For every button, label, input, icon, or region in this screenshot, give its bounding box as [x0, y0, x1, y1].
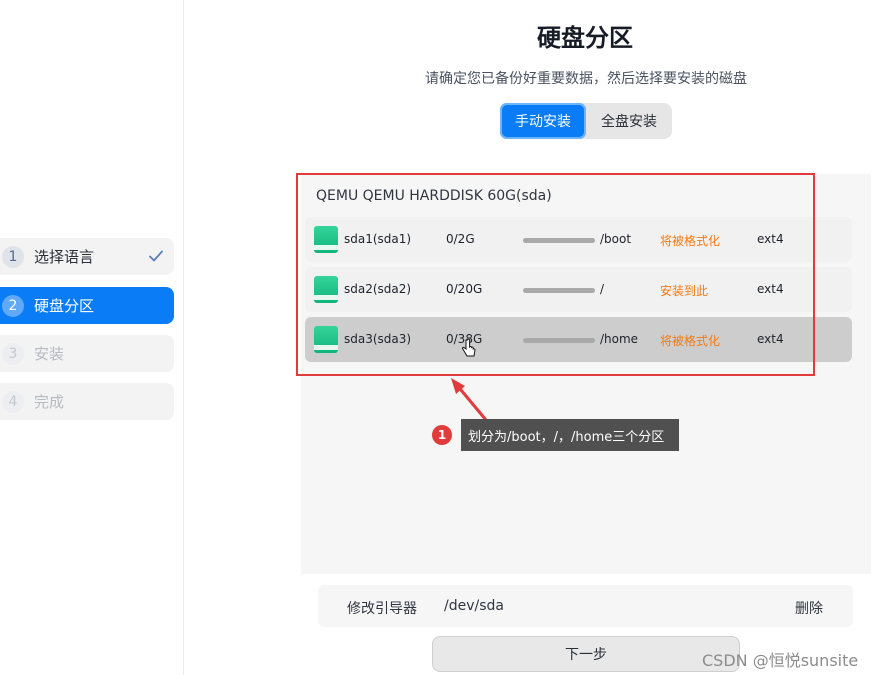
step-label: 完成: [34, 393, 65, 411]
annotation-highlight-frame: [296, 173, 815, 376]
step-label: 硬盘分区: [34, 297, 95, 315]
bootloader-row: 修改引导器 /dev/sda 删除: [318, 585, 853, 627]
hand-cursor-icon: [462, 339, 476, 357]
step-number: 1: [2, 245, 24, 268]
bootloader-device: /dev/sda: [444, 598, 504, 614]
modify-bootloader-label[interactable]: 修改引导器: [347, 598, 417, 618]
step-number: 3: [2, 342, 24, 365]
step-number: 2: [2, 294, 24, 317]
step-label: 安装: [34, 345, 65, 363]
check-icon: [149, 250, 163, 262]
annotation-badge: 1: [432, 425, 452, 445]
manual-install-button[interactable]: 手动安装: [500, 103, 586, 139]
step-install: 3 安装: [0, 335, 174, 372]
watermark: CSDN @恒悦sunsite: [702, 651, 859, 670]
step-disk-partition[interactable]: 2 硬盘分区: [0, 287, 174, 324]
step-number: 4: [2, 390, 24, 413]
page-subtitle: 请确定您已备份好重要数据，然后选择要安装的磁盘: [425, 71, 747, 87]
step-finish: 4 完成: [0, 383, 174, 420]
annotation-arrow-icon: [451, 378, 488, 421]
step-label: 选择语言: [34, 248, 95, 266]
annotation-tooltip: 划分为/boot，/，/home三个分区: [461, 419, 679, 451]
page-title: 硬盘分区: [537, 24, 633, 52]
install-mode-switch: 手动安装 全盘安装: [500, 103, 672, 139]
sidebar: 1 选择语言 2 硬盘分区 3 安装 4 完成: [0, 0, 184, 675]
full-disk-install-button[interactable]: 全盘安装: [586, 103, 672, 139]
next-step-button[interactable]: 下一步: [432, 636, 740, 672]
delete-button[interactable]: 删除: [795, 598, 823, 618]
step-select-language[interactable]: 1 选择语言: [0, 238, 174, 275]
